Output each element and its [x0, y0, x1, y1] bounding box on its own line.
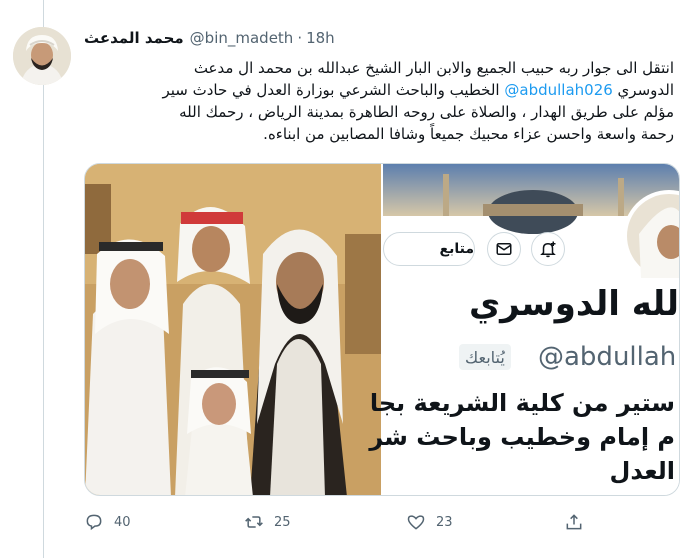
display-name[interactable]: محمد المدعث: [84, 29, 184, 47]
bio-line: العدل: [609, 457, 675, 485]
retweet-count: 25: [274, 514, 291, 530]
profile-name: الله الدوسري: [469, 284, 680, 324]
profile-bio: ستير من كلية الشريعة بجا م إمام وخطيب وب…: [369, 386, 675, 488]
tweet-text-segment: الخطيب والباحث الشرعي بوزارة العدل في حا…: [162, 81, 505, 99]
tweet-text-line: رحمة واسعة واحسن عزاء محبيك جميعاً وشافا…: [263, 125, 674, 143]
following-button[interactable]: متابع: [383, 232, 475, 266]
retweet-button[interactable]: 25: [244, 512, 291, 532]
notify-button[interactable]: [531, 232, 565, 266]
follows-you-badge: يُتابعك: [459, 344, 511, 370]
message-button[interactable]: [487, 232, 521, 266]
like-count: 23: [436, 514, 453, 530]
profile-screenshot[interactable]: متابع الله الدوسري @abdullah يُتابعك ستي…: [369, 164, 680, 495]
user-handle[interactable]: @bin_madeth: [190, 29, 294, 47]
mention-link[interactable]: @abdullah026: [504, 81, 612, 99]
retweet-icon: [245, 516, 263, 528]
tweet-text-segment: الدوسري: [612, 81, 674, 99]
tweet-text-line: الدوسري @abdullah026 الخطيب والباحث الشر…: [84, 79, 674, 101]
tweet-header: محمد المدعث @bin_madeth · 18h: [84, 27, 335, 49]
envelope-icon: [496, 243, 512, 255]
heart-icon: [407, 515, 425, 530]
reply-icon: [86, 514, 102, 531]
tweet-actions: 40 25 23: [84, 512, 604, 538]
like-button[interactable]: 23: [406, 512, 453, 532]
tweet-text-line: مؤلم على طريق الهدار ، والصلاة على روحه …: [179, 103, 674, 121]
avatar-image: [13, 27, 71, 85]
tweet-text: انتقل الى جوار ربه حبيب الجميع والابن ال…: [84, 57, 674, 145]
tweet-text-line: انتقل الى جوار ربه حبيب الجميع والابن ال…: [193, 59, 674, 77]
bell-plus-icon: [540, 241, 556, 258]
share-button[interactable]: [564, 512, 584, 532]
profile-handle: @abdullah: [538, 342, 677, 372]
tweet-time[interactable]: 18h: [306, 29, 335, 47]
reply-button[interactable]: 40: [84, 512, 131, 532]
share-icon: [566, 514, 582, 530]
reply-count: 40: [114, 514, 131, 530]
media-grid[interactable]: متابع الله الدوسري @abdullah يُتابعك ستي…: [84, 163, 680, 496]
family-photo[interactable]: [85, 164, 383, 495]
bio-line: ستير من كلية الشريعة بجا: [369, 389, 675, 417]
bio-line: م إمام وخطيب وباحث شر: [369, 423, 675, 451]
avatar[interactable]: [13, 27, 71, 85]
separator-dot: ·: [297, 29, 303, 47]
